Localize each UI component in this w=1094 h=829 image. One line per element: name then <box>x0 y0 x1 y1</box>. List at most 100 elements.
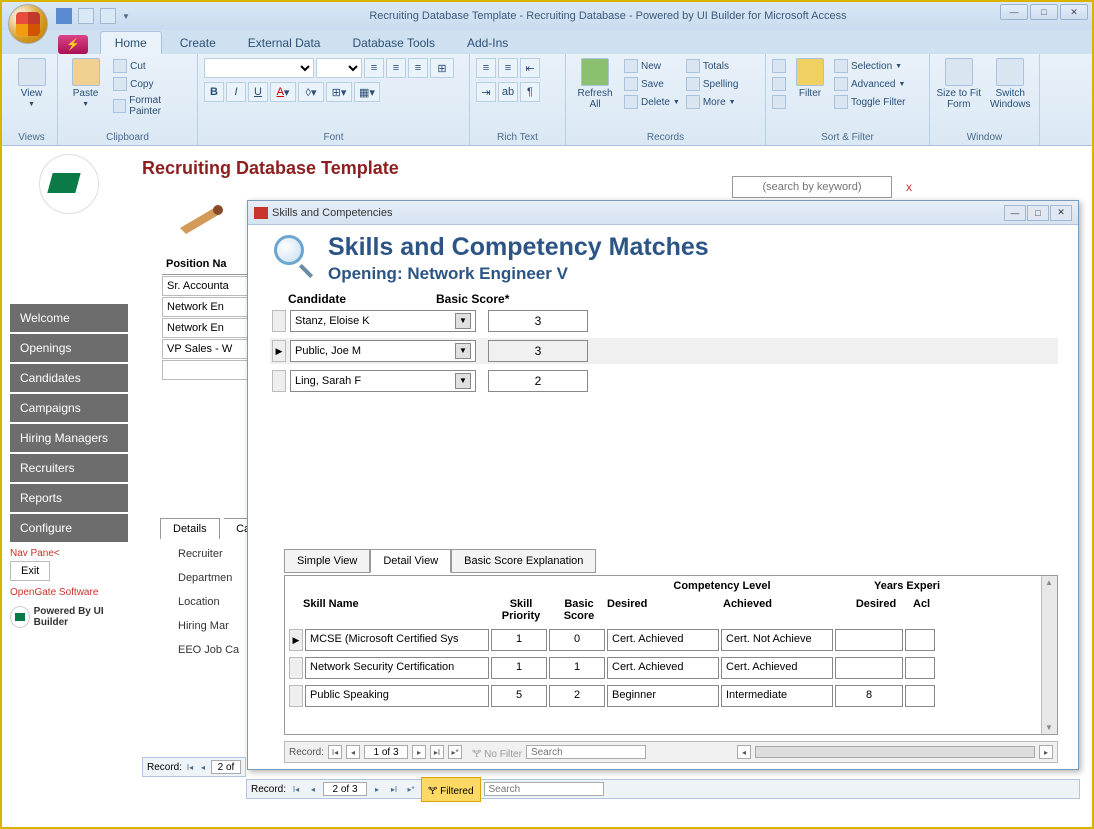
skill-score-cell[interactable]: 0 <box>549 629 605 651</box>
hscroll-right-button[interactable]: ▸ <box>1039 745 1053 759</box>
paste-button[interactable]: Paste▼ <box>64 58 107 108</box>
orn2-first[interactable]: I◂ <box>289 782 303 796</box>
subtab-detail[interactable]: Detail View <box>370 549 451 573</box>
skill-achieved-cell[interactable]: Intermediate <box>721 685 833 707</box>
years-achieved-cell[interactable] <box>905 657 935 679</box>
years-achieved-cell[interactable] <box>905 685 935 707</box>
subtab-explanation[interactable]: Basic Score Explanation <box>451 549 596 573</box>
sidebar-item-recruiters[interactable]: Recruiters <box>10 454 128 482</box>
sidebar-item-configure[interactable]: Configure <box>10 514 128 542</box>
skill-achieved-cell[interactable]: Cert. Achieved <box>721 657 833 679</box>
candidate-row-selector[interactable] <box>272 310 286 332</box>
recnav-search-input[interactable] <box>526 745 646 759</box>
years-desired-cell[interactable] <box>835 657 903 679</box>
position-row[interactable]: Sr. Accounta <box>162 276 252 296</box>
advanced-button[interactable]: Advanced▼ <box>834 76 905 92</box>
candidate-row-selector[interactable] <box>272 370 286 392</box>
selection-button[interactable]: Selection▼ <box>834 58 905 74</box>
font-size-select[interactable] <box>316 58 362 78</box>
indent-inc-button[interactable]: ⇥ <box>476 82 496 102</box>
skill-desired-cell[interactable]: Cert. Achieved <box>607 629 719 651</box>
skill-desired-cell[interactable]: Cert. Achieved <box>607 657 719 679</box>
recnav-position-input[interactable] <box>364 745 408 759</box>
totals-button[interactable]: Totals <box>686 58 739 74</box>
skill-row-selector[interactable] <box>289 657 303 679</box>
ltr-button[interactable]: ab <box>498 82 518 102</box>
recnav-prev-button[interactable]: ◂ <box>346 745 360 759</box>
candidate-select[interactable]: Stanz, Eloise K▼ <box>290 310 476 332</box>
gridlines-button[interactable]: ⊞▾ <box>326 82 352 102</box>
orn2-last[interactable]: ▸I <box>387 782 401 796</box>
years-desired-cell[interactable] <box>835 629 903 651</box>
save-icon[interactable] <box>56 8 72 24</box>
ribbon-tab-dbtools[interactable]: Database Tools <box>338 32 449 54</box>
bold-button[interactable]: B <box>204 82 224 102</box>
dialog-maximize-button[interactable]: □ <box>1027 205 1049 221</box>
orn1-first[interactable]: I◂ <box>185 760 195 774</box>
filtered-badge[interactable]: 🝖 Filtered <box>421 777 481 802</box>
nav-pane-toggle[interactable]: Nav Pane< <box>10 548 128 559</box>
qat-dropdown-icon[interactable]: ▼ <box>122 12 130 21</box>
skill-score-cell[interactable]: 1 <box>549 657 605 679</box>
grid-icon[interactable]: ⊞ <box>430 58 454 78</box>
indent-dec-button[interactable]: ⇤ <box>520 58 540 78</box>
tab-details[interactable]: Details <box>160 518 220 539</box>
save-button[interactable]: Save <box>624 76 680 92</box>
skill-name-cell[interactable]: Public Speaking <box>305 685 489 707</box>
skill-score-cell[interactable]: 2 <box>549 685 605 707</box>
bullets-button[interactable]: ≡ <box>476 58 496 78</box>
view-button[interactable]: View▼ <box>12 58 51 108</box>
orn2-prev[interactable]: ◂ <box>306 782 320 796</box>
orn2-next[interactable]: ▸ <box>370 782 384 796</box>
recnav-first-button[interactable]: I◂ <box>328 745 342 759</box>
search-input[interactable] <box>732 176 892 198</box>
italic-button[interactable]: I <box>226 82 246 102</box>
orn2-pos[interactable] <box>323 782 367 796</box>
alt-color-button[interactable]: ▦▾ <box>354 82 380 102</box>
chevron-down-icon[interactable]: ▼ <box>455 313 471 329</box>
skill-name-cell[interactable]: MCSE (Microsoft Certified Sys <box>305 629 489 651</box>
cut-button[interactable]: Cut <box>113 58 191 74</box>
sidebar-item-reports[interactable]: Reports <box>10 484 128 512</box>
new-button[interactable]: New <box>624 58 680 74</box>
vertical-scrollbar[interactable] <box>1041 576 1057 734</box>
ribbon-tab-external[interactable]: External Data <box>234 32 335 54</box>
font-color-button[interactable]: A▾ <box>270 82 296 102</box>
skill-desired-cell[interactable]: Beginner <box>607 685 719 707</box>
ribbon-tab-create[interactable]: Create <box>166 32 230 54</box>
format-painter-button[interactable]: Format Painter <box>113 94 191 118</box>
undo-icon[interactable] <box>78 8 94 24</box>
sidebar-item-welcome[interactable]: Welcome <box>10 304 128 332</box>
spelling-button[interactable]: Spelling <box>686 76 739 92</box>
candidate-row-selector[interactable]: ▶ <box>272 340 286 362</box>
font-family-select[interactable] <box>204 58 314 78</box>
years-achieved-cell[interactable] <box>905 629 935 651</box>
toggle-filter-button[interactable]: Toggle Filter <box>834 94 905 110</box>
dialog-close-button[interactable]: ✕ <box>1050 205 1072 221</box>
skill-priority-cell[interactable]: 5 <box>491 685 547 707</box>
position-new-row[interactable] <box>162 360 252 380</box>
recnav-last-button[interactable]: ▸I <box>430 745 444 759</box>
delete-button[interactable]: Delete▼ <box>624 94 680 110</box>
minimize-button[interactable]: — <box>1000 4 1028 20</box>
orn1-pos[interactable] <box>211 760 241 774</box>
align-left-button[interactable]: ≡ <box>364 58 384 78</box>
hscroll-left-button[interactable]: ◂ <box>737 745 751 759</box>
candidate-select[interactable]: Public, Joe M▼ <box>290 340 476 362</box>
sidebar-item-campaigns[interactable]: Campaigns <box>10 394 128 422</box>
candidate-select[interactable]: Ling, Sarah F▼ <box>290 370 476 392</box>
recnav-next-button[interactable]: ▸ <box>412 745 426 759</box>
ribbon-tab-special[interactable]: ⚡ <box>58 35 88 54</box>
ribbon-tab-home[interactable]: Home <box>100 31 162 54</box>
maximize-button[interactable]: □ <box>1030 4 1058 20</box>
skill-priority-cell[interactable]: 1 <box>491 629 547 651</box>
refresh-button[interactable]: Refresh All <box>572 58 618 110</box>
clear-search-icon[interactable]: x <box>906 180 912 194</box>
skill-priority-cell[interactable]: 1 <box>491 657 547 679</box>
redo-icon[interactable] <box>100 8 116 24</box>
rtl-button[interactable]: ¶ <box>520 82 540 102</box>
orn2-new[interactable]: ▸* <box>404 782 418 796</box>
dialog-minimize-button[interactable]: — <box>1004 205 1026 221</box>
horizontal-scrollbar[interactable] <box>755 746 1035 758</box>
sidebar-item-candidates[interactable]: Candidates <box>10 364 128 392</box>
